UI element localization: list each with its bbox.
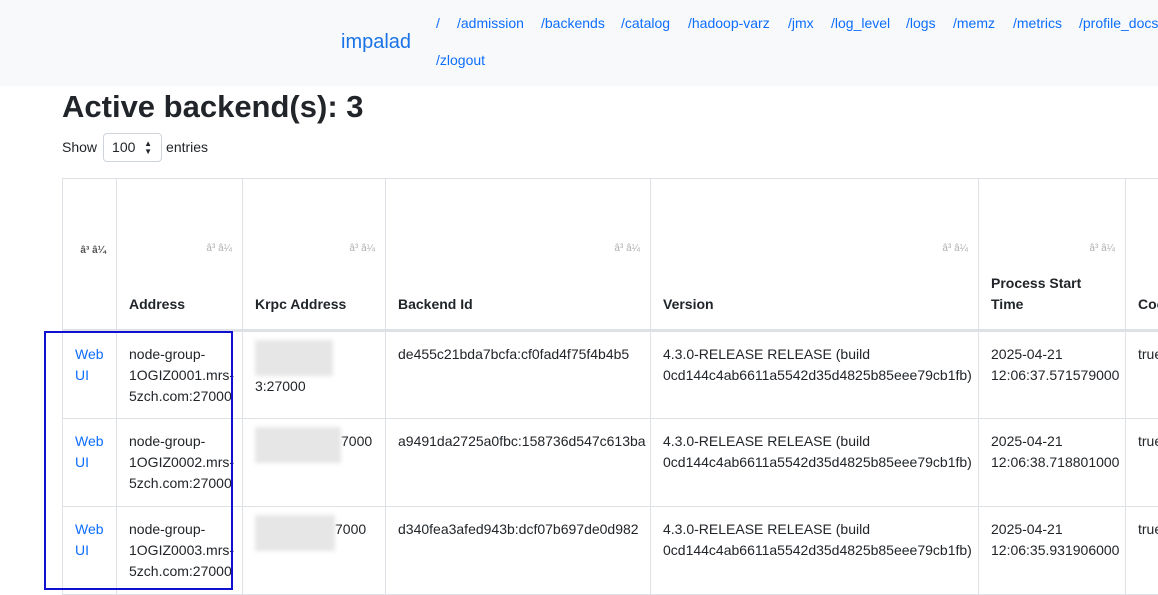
version-cell: 4.3.0-RELEASE RELEASE (build 0cd144c4ab6… bbox=[651, 507, 979, 595]
backend-id-cell: a9491da2725a0fbc:158736d547c613ba bbox=[386, 419, 651, 507]
column-header-version[interactable]: â³ â¼ Version bbox=[651, 179, 979, 331]
backend-id-cell: d340fea3afed943b:dcf07b697de0d982 bbox=[386, 507, 651, 595]
navbar-brand[interactable]: impalad bbox=[341, 31, 411, 54]
table-row: Web UI node-group-1OGIZ0001.mrs-5zch.com… bbox=[63, 331, 1158, 419]
entries-select[interactable]: 100 ▲▼ bbox=[103, 133, 162, 162]
page-title: Active backend(s): 3 bbox=[62, 86, 364, 128]
start-time-cell: 2025-04-21 12:06:37.571579000 bbox=[979, 331, 1126, 419]
entries-length-control: Show 100 ▲▼ entries bbox=[62, 132, 208, 162]
top-navbar: impalad / /admission /backends /catalog … bbox=[0, 0, 1158, 86]
krpc-address-cell: 7000 bbox=[243, 419, 386, 507]
address-cell: node-group-1OGIZ0002.mrs-5zch.com:27000 bbox=[117, 419, 243, 507]
column-header-link[interactable]: â³ â¼ bbox=[63, 179, 117, 331]
nav-link-logs[interactable]: /logs bbox=[906, 15, 936, 31]
column-header-coordinator[interactable]: Coo bbox=[1126, 179, 1158, 331]
krpc-address-cell: 3:27000 bbox=[243, 331, 386, 419]
show-label: Show bbox=[62, 139, 97, 155]
version-cell: 4.3.0-RELEASE RELEASE (build 0cd144c4ab6… bbox=[651, 419, 979, 507]
entries-label: entries bbox=[166, 139, 208, 155]
web-ui-link[interactable]: Web UI bbox=[75, 346, 104, 383]
sort-icon: â³ â¼ bbox=[349, 243, 375, 254]
address-cell: node-group-1OGIZ0001.mrs-5zch.com:27000 bbox=[117, 331, 243, 419]
table-row: Web UI node-group-1OGIZ0003.mrs-5zch.com… bbox=[63, 507, 1158, 595]
sort-icon: â³ â¼ bbox=[614, 243, 640, 254]
nav-link-zlogout[interactable]: /zlogout bbox=[436, 52, 485, 68]
coordinator-cell: true bbox=[1126, 507, 1158, 595]
coordinator-cell: true bbox=[1126, 331, 1158, 419]
address-cell: node-group-1OGIZ0003.mrs-5zch.com:27000 bbox=[117, 507, 243, 595]
column-header-krpc-address[interactable]: â³ â¼ Krpc Address bbox=[243, 179, 386, 331]
redacted-blur bbox=[255, 427, 341, 463]
sort-icon: â³ â¼ bbox=[80, 245, 106, 256]
redacted-blur bbox=[255, 515, 335, 551]
backends-table: â³ â¼ â³ â¼ Address â³ â¼ Krpc Address â… bbox=[62, 178, 1158, 595]
start-time-cell: 2025-04-21 12:06:38.718801000 bbox=[979, 419, 1126, 507]
column-header-process-start-time[interactable]: â³ â¼ Process Start Time bbox=[979, 179, 1126, 331]
nav-link-hadoop-varz[interactable]: /hadoop-varz bbox=[688, 15, 770, 31]
sort-icon: â³ â¼ bbox=[942, 243, 968, 254]
redacted-blur bbox=[255, 340, 333, 376]
table-header-row: â³ â¼ â³ â¼ Address â³ â¼ Krpc Address â… bbox=[63, 179, 1158, 331]
nav-link-memz[interactable]: /memz bbox=[953, 15, 995, 31]
sort-icon: â³ â¼ bbox=[206, 243, 232, 254]
nav-link-metrics[interactable]: /metrics bbox=[1013, 15, 1062, 31]
column-header-backend-id[interactable]: â³ â¼ Backend Id bbox=[386, 179, 651, 331]
nav-link-root[interactable]: / bbox=[436, 15, 440, 31]
start-time-cell: 2025-04-21 12:06:35.931906000 bbox=[979, 507, 1126, 595]
column-header-address[interactable]: â³ â¼ Address bbox=[117, 179, 243, 331]
krpc-address-cell: 7000 bbox=[243, 507, 386, 595]
nav-link-log-level[interactable]: /log_level bbox=[831, 15, 890, 31]
coordinator-cell: true bbox=[1126, 419, 1158, 507]
nav-link-catalog[interactable]: /catalog bbox=[621, 15, 670, 31]
web-ui-link[interactable]: Web UI bbox=[75, 521, 104, 558]
nav-link-profile-docs[interactable]: /profile_docs bbox=[1079, 15, 1158, 31]
version-cell: 4.3.0-RELEASE RELEASE (build 0cd144c4ab6… bbox=[651, 331, 979, 419]
nav-link-backends[interactable]: /backends bbox=[541, 15, 605, 31]
nav-link-admission[interactable]: /admission bbox=[457, 15, 524, 31]
nav-link-jmx[interactable]: /jmx bbox=[788, 15, 814, 31]
web-ui-link[interactable]: Web UI bbox=[75, 433, 104, 470]
backend-id-cell: de455c21bda7bcfa:cf0fad4f75f4b4b5 bbox=[386, 331, 651, 419]
select-updown-icon: ▲▼ bbox=[144, 140, 152, 156]
sort-icon: â³ â¼ bbox=[1089, 243, 1115, 254]
entries-select-value: 100 bbox=[112, 139, 135, 155]
table-row: Web UI node-group-1OGIZ0002.mrs-5zch.com… bbox=[63, 419, 1158, 507]
